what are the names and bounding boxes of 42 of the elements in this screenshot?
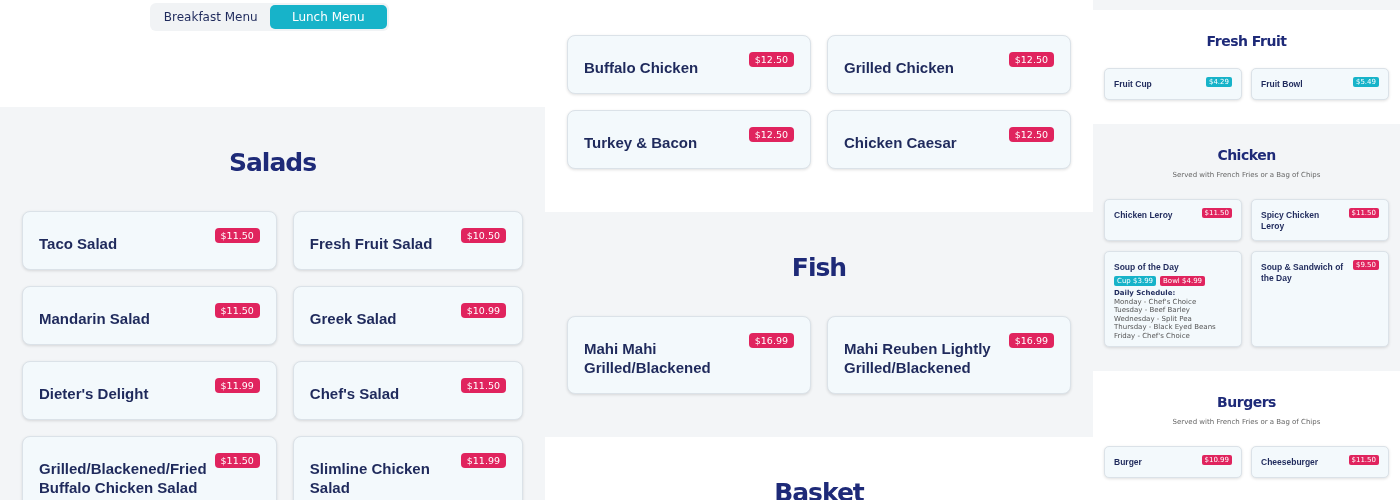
item-name: Mandarin Salad <box>39 309 150 328</box>
item-name: Mahi Reuben Lightly Grilled/Blackened <box>844 339 992 377</box>
item-name: Mahi Mahi Grilled/Blackened <box>584 339 712 377</box>
item-name: Chef's Salad <box>309 384 400 403</box>
price-badge: $10.99 <box>460 303 506 318</box>
item-name: Spicy Chicken Leroy <box>1261 209 1321 232</box>
item-name: Dieter's Delight <box>39 384 149 403</box>
section-heading: Fish <box>790 253 848 283</box>
price-badge: $11.50 <box>214 303 260 318</box>
price-badge: $12.50 <box>1008 52 1054 67</box>
item-name: Grilled Chicken <box>844 58 955 77</box>
item-name: Turkey & Bacon <box>584 133 698 152</box>
price-badge: $16.99 <box>1008 333 1054 348</box>
item-name: Buffalo Chicken <box>584 58 699 77</box>
section-heading: Fresh Fruit <box>1205 32 1288 50</box>
price-badge: $12.50 <box>1008 127 1054 142</box>
section-heading: Burgers <box>1216 393 1277 411</box>
menu-tab[interactable]: Breakfast Menu <box>152 5 270 29</box>
item-name: Cheeseburger <box>1261 456 1319 468</box>
section-heading: Salads <box>227 148 318 178</box>
item-name: Taco Salad <box>39 234 118 253</box>
price-badge: $10.50 <box>460 228 506 243</box>
item-name: Chicken Leroy <box>1114 209 1173 221</box>
price-badge: $11.99 <box>214 378 260 393</box>
price-badge: $11.50 <box>214 453 260 468</box>
item-name: Fruit Bowl <box>1261 78 1303 90</box>
item-name: Soup of the Day <box>1114 261 1179 273</box>
item-name: Burger <box>1114 456 1142 468</box>
item-name: Soup & Sandwich of the Day <box>1261 261 1345 284</box>
section-heading: Chicken <box>1216 146 1277 164</box>
item-name: Grilled/Blackened/Fried Buffalo Chicken Salad <box>39 459 207 497</box>
price-badge: $11.50 <box>214 228 260 243</box>
price-badge: $12.50 <box>748 127 794 142</box>
item-name: Fresh Fruit Salad <box>309 234 433 253</box>
item-name: Slimline Chicken Salad <box>309 459 431 497</box>
price-badge: $11.99 <box>460 453 506 468</box>
price-badge: $11.50 <box>460 378 506 393</box>
item-name: Greek Salad <box>309 309 397 328</box>
price-badge: $12.50 <box>748 52 794 67</box>
item-name: Fruit Cup <box>1114 78 1152 90</box>
price-badge: $16.99 <box>748 333 794 348</box>
item-name: Chicken Caesar <box>844 133 957 152</box>
